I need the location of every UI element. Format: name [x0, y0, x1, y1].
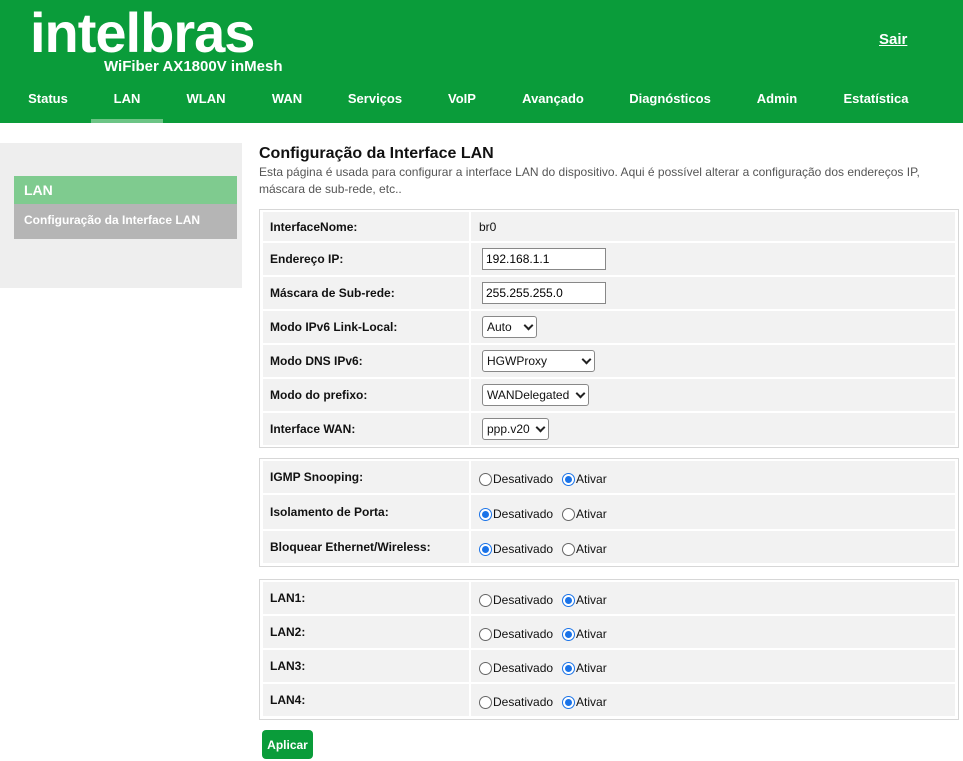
- chevron-down-icon: [581, 354, 592, 364]
- subnet-mask-input[interactable]: [482, 282, 606, 304]
- subnet-mask-label: Máscara de Sub-rede:: [263, 277, 469, 311]
- lan3-off-option[interactable]: Desativado: [479, 661, 553, 675]
- lan4-off-option[interactable]: Desativado: [479, 695, 553, 709]
- lan-ports-panel: LAN1: Desativado Ativar LAN2: Desativado…: [259, 579, 959, 720]
- apply-button[interactable]: Aplicar: [262, 730, 313, 759]
- igmp-label: IGMP Snooping:: [263, 461, 469, 495]
- lan3-on-option[interactable]: Ativar: [562, 661, 607, 675]
- block-on-option[interactable]: Ativar: [562, 542, 607, 556]
- radio-icon[interactable]: [479, 593, 492, 607]
- tab-diagnosticos[interactable]: Diagnósticos: [620, 84, 720, 123]
- main-nav: Status LAN WLAN WAN Serviços VoIP Avança…: [0, 84, 963, 123]
- logout-link[interactable]: Sair: [879, 31, 907, 48]
- prefix-mode-row: Modo do prefixo: WANDelegated: [263, 379, 955, 413]
- ipv6-link-local-label: Modo IPv6 Link-Local:: [263, 311, 469, 345]
- lan1-label: LAN1:: [263, 582, 469, 616]
- lan-port-row: LAN1: Desativado Ativar: [263, 582, 955, 616]
- interface-config-panel: InterfaceNome: br0 Endereço IP: Máscara …: [259, 209, 959, 448]
- igmp-on-option[interactable]: Ativar: [562, 472, 607, 486]
- features-panel: IGMP Snooping: Desativado Ativar Isolame…: [259, 458, 959, 567]
- tab-avancado[interactable]: Avançado: [512, 84, 594, 123]
- tab-lan[interactable]: LAN: [91, 84, 163, 123]
- radio-icon[interactable]: [562, 472, 576, 486]
- sidebar-item-lan-interface[interactable]: Configuração da Interface LAN: [14, 204, 237, 239]
- lan1-on-option[interactable]: Ativar: [562, 593, 607, 607]
- tab-servicos[interactable]: Serviços: [336, 84, 414, 123]
- ip-address-row: Endereço IP:: [263, 243, 955, 277]
- page-title: Configuração da Interface LAN: [259, 145, 494, 162]
- radio-icon[interactable]: [479, 542, 492, 556]
- tab-status[interactable]: Status: [14, 84, 82, 123]
- isolation-off-option[interactable]: Desativado: [479, 507, 553, 521]
- chevron-down-icon: [523, 320, 534, 330]
- subnet-mask-row: Máscara de Sub-rede:: [263, 277, 955, 311]
- lan4-label: LAN4:: [263, 684, 469, 718]
- ipv6-link-local-value: Auto: [487, 320, 512, 334]
- radio-icon[interactable]: [562, 695, 576, 709]
- dns-ipv6-row: Modo DNS IPv6: HGWProxy: [263, 345, 955, 379]
- prefix-mode-value: WANDelegated: [487, 388, 570, 402]
- lan-port-row: LAN2: Desativado Ativar: [263, 616, 955, 650]
- lan-port-row: LAN3: Desativado Ativar: [263, 650, 955, 684]
- sidebar: LAN Configuração da Interface LAN: [0, 143, 242, 288]
- lan4-on-option[interactable]: Ativar: [562, 695, 607, 709]
- interface-name-label: InterfaceNome:: [263, 212, 469, 243]
- ipv6-link-local-row: Modo IPv6 Link-Local: Auto: [263, 311, 955, 345]
- radio-icon[interactable]: [479, 627, 492, 641]
- tab-estatistica[interactable]: Estatística: [834, 84, 918, 123]
- lan2-label: LAN2:: [263, 616, 469, 650]
- lan1-off-option[interactable]: Desativado: [479, 593, 553, 607]
- lan2-on-option[interactable]: Ativar: [562, 627, 607, 641]
- radio-icon[interactable]: [562, 507, 576, 521]
- interface-name-value: br0: [471, 212, 955, 243]
- radio-icon[interactable]: [562, 542, 576, 556]
- block-eth-wireless-label: Bloquear Ethernet/Wireless:: [263, 531, 469, 565]
- isolation-on-option[interactable]: Ativar: [562, 507, 607, 521]
- lan3-label: LAN3:: [263, 650, 469, 684]
- chevron-down-icon: [535, 422, 546, 432]
- lan-port-row: LAN4: Desativado Ativar: [263, 684, 955, 718]
- sidebar-heading: LAN: [14, 176, 237, 204]
- wan-interface-value: ppp.v20: [487, 422, 530, 436]
- brand-logo: intelbras: [30, 1, 255, 64]
- radio-icon[interactable]: [562, 661, 576, 675]
- port-isolation-row: Isolamento de Porta: Desativado Ativar: [263, 495, 955, 531]
- chevron-down-icon: [575, 388, 586, 398]
- page-description: Esta página é usada para configurar a in…: [259, 165, 920, 196]
- top-header: intelbras WiFiber AX1800V inMesh Sair St…: [0, 0, 963, 123]
- wan-interface-select[interactable]: ppp.v20: [482, 418, 549, 440]
- tab-wlan[interactable]: WLAN: [172, 84, 240, 123]
- prefix-mode-label: Modo do prefixo:: [263, 379, 469, 413]
- tab-voip[interactable]: VoIP: [436, 84, 488, 123]
- prefix-mode-select[interactable]: WANDelegated: [482, 384, 589, 406]
- block-off-option[interactable]: Desativado: [479, 542, 553, 556]
- ip-address-label: Endereço IP:: [263, 243, 469, 277]
- radio-icon[interactable]: [479, 472, 492, 486]
- radio-icon[interactable]: [479, 661, 492, 675]
- radio-icon[interactable]: [562, 627, 576, 641]
- wan-interface-row: Interface WAN: ppp.v20: [263, 413, 955, 447]
- tab-wan[interactable]: WAN: [256, 84, 318, 123]
- ipv6-link-local-select[interactable]: Auto: [482, 316, 537, 338]
- igmp-off-option[interactable]: Desativado: [479, 472, 553, 486]
- radio-icon[interactable]: [562, 593, 576, 607]
- port-isolation-label: Isolamento de Porta:: [263, 495, 469, 531]
- igmp-row: IGMP Snooping: Desativado Ativar: [263, 461, 955, 495]
- wan-interface-label: Interface WAN:: [263, 413, 469, 447]
- radio-icon[interactable]: [479, 695, 492, 709]
- lan2-off-option[interactable]: Desativado: [479, 627, 553, 641]
- ip-address-input[interactable]: [482, 248, 606, 270]
- dns-ipv6-value: HGWProxy: [487, 354, 547, 368]
- dns-ipv6-select[interactable]: HGWProxy: [482, 350, 595, 372]
- interface-name-row: InterfaceNome: br0: [263, 212, 955, 243]
- block-eth-wireless-row: Bloquear Ethernet/Wireless: Desativado A…: [263, 531, 955, 565]
- dns-ipv6-label: Modo DNS IPv6:: [263, 345, 469, 379]
- radio-icon[interactable]: [479, 507, 492, 521]
- tab-admin[interactable]: Admin: [748, 84, 806, 123]
- device-model: WiFiber AX1800V inMesh: [104, 58, 283, 75]
